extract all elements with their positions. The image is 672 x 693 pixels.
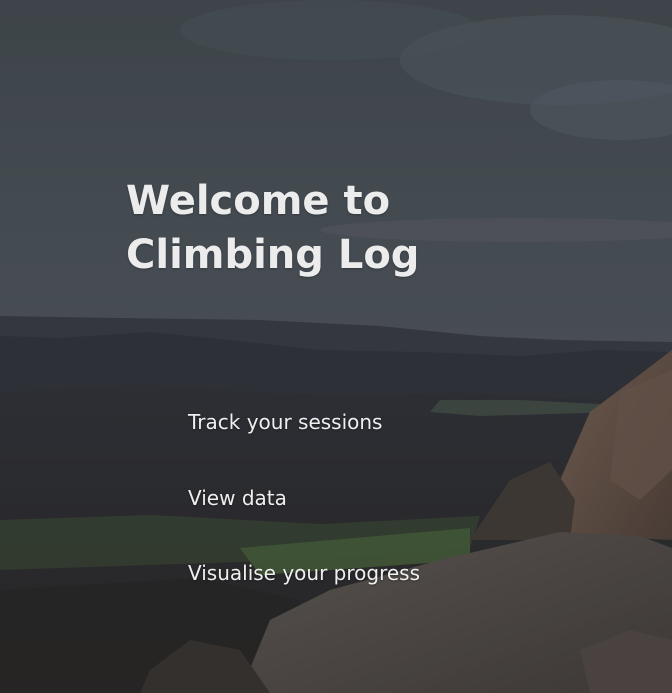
- title-line-2: Climbing Log: [126, 232, 420, 278]
- title-line-1: Welcome to: [126, 178, 391, 224]
- background-landscape-image: [0, 0, 672, 693]
- nav-link-track-sessions[interactable]: Track your sessions: [188, 409, 382, 435]
- hero-section: Welcome to Climbing Log Track your sessi…: [0, 0, 672, 693]
- nav-link-view-data[interactable]: View data: [188, 485, 287, 511]
- nav-link-visualise-progress[interactable]: Visualise your progress: [188, 560, 420, 586]
- page-title: Welcome to Climbing Log: [126, 174, 419, 282]
